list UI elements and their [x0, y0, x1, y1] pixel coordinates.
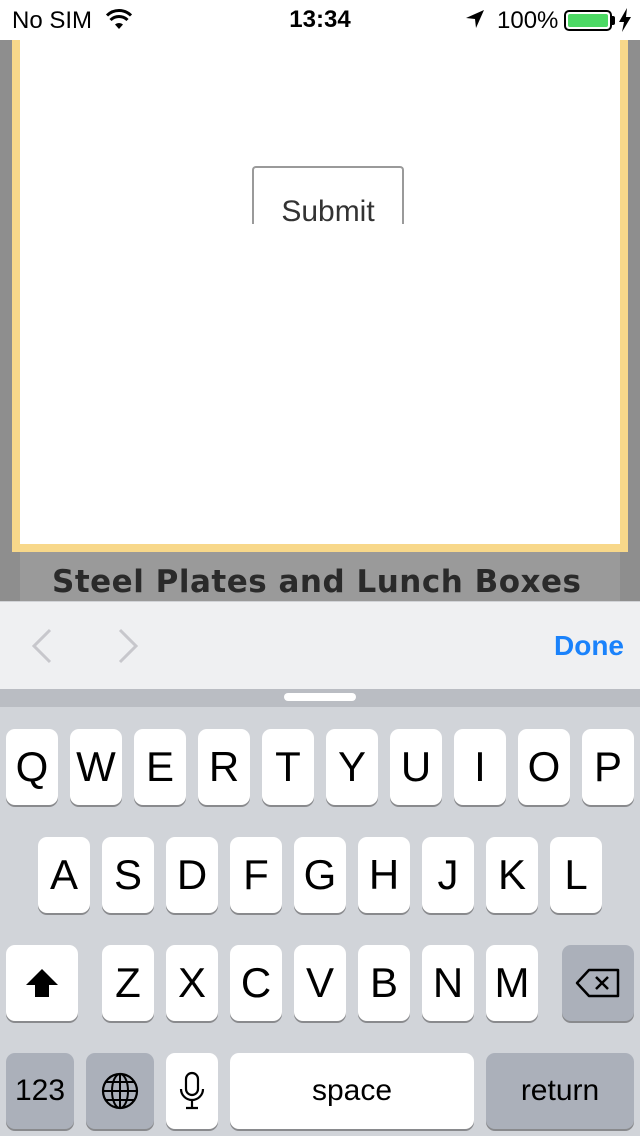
microphone-icon: [179, 1071, 205, 1110]
globe-key[interactable]: [86, 1053, 154, 1129]
submit-button[interactable]: Submit: [252, 166, 404, 224]
delete-key[interactable]: [562, 945, 634, 1021]
key-z[interactable]: Z: [102, 945, 154, 1021]
key-s[interactable]: S: [102, 837, 154, 913]
key-e[interactable]: E: [134, 729, 186, 805]
keyboard-handle-bar: [0, 689, 640, 707]
key-r[interactable]: R: [198, 729, 250, 805]
status-bar: No SIM 13:34 100%: [0, 0, 640, 40]
key-l[interactable]: L: [550, 837, 602, 913]
key-k[interactable]: K: [486, 837, 538, 913]
numbers-key[interactable]: 123: [6, 1053, 74, 1129]
key-u[interactable]: U: [390, 729, 442, 805]
chevron-right-icon[interactable]: [112, 626, 142, 666]
battery-tip: [612, 16, 615, 25]
web-page: Submit Steel Plates and Lunch Boxes: [0, 40, 640, 601]
location-arrow-icon: [466, 10, 484, 28]
dictation-key[interactable]: [166, 1053, 218, 1129]
key-m[interactable]: M: [486, 945, 538, 1021]
key-g[interactable]: G: [294, 837, 346, 913]
key-i[interactable]: I: [454, 729, 506, 805]
keyboard: Q W E R T Y U I O P A S D F G H J K L Z …: [0, 689, 640, 1136]
key-x[interactable]: X: [166, 945, 218, 1021]
chevron-left-icon[interactable]: [28, 626, 58, 666]
key-v[interactable]: V: [294, 945, 346, 1021]
key-j[interactable]: J: [422, 837, 474, 913]
charging-bolt-icon: [619, 8, 631, 32]
key-h[interactable]: H: [358, 837, 410, 913]
globe-icon: [101, 1072, 139, 1110]
key-n[interactable]: N: [422, 945, 474, 1021]
modal-dialog: Submit: [12, 40, 628, 552]
key-o[interactable]: O: [518, 729, 570, 805]
key-q[interactable]: Q: [6, 729, 58, 805]
key-p[interactable]: P: [582, 729, 634, 805]
done-button[interactable]: Done: [554, 630, 624, 662]
key-b[interactable]: B: [358, 945, 410, 1021]
keyboard-accessory-bar: Done: [0, 601, 640, 689]
key-t[interactable]: T: [262, 729, 314, 805]
backspace-icon: [575, 968, 620, 998]
shift-icon: [26, 969, 58, 997]
key-f[interactable]: F: [230, 837, 282, 913]
space-key[interactable]: space: [230, 1053, 474, 1129]
return-key[interactable]: return: [486, 1053, 634, 1129]
key-w[interactable]: W: [70, 729, 122, 805]
key-y[interactable]: Y: [326, 729, 378, 805]
shift-key[interactable]: [6, 945, 78, 1021]
battery-icon: [564, 10, 612, 31]
key-a[interactable]: A: [38, 837, 90, 913]
key-c[interactable]: C: [230, 945, 282, 1021]
page-heading: Steel Plates and Lunch Boxes: [52, 564, 582, 600]
keyboard-handle[interactable]: [284, 693, 356, 701]
key-d[interactable]: D: [166, 837, 218, 913]
battery-percent: 100%: [497, 7, 559, 34]
modal-content: Submit: [20, 40, 620, 544]
